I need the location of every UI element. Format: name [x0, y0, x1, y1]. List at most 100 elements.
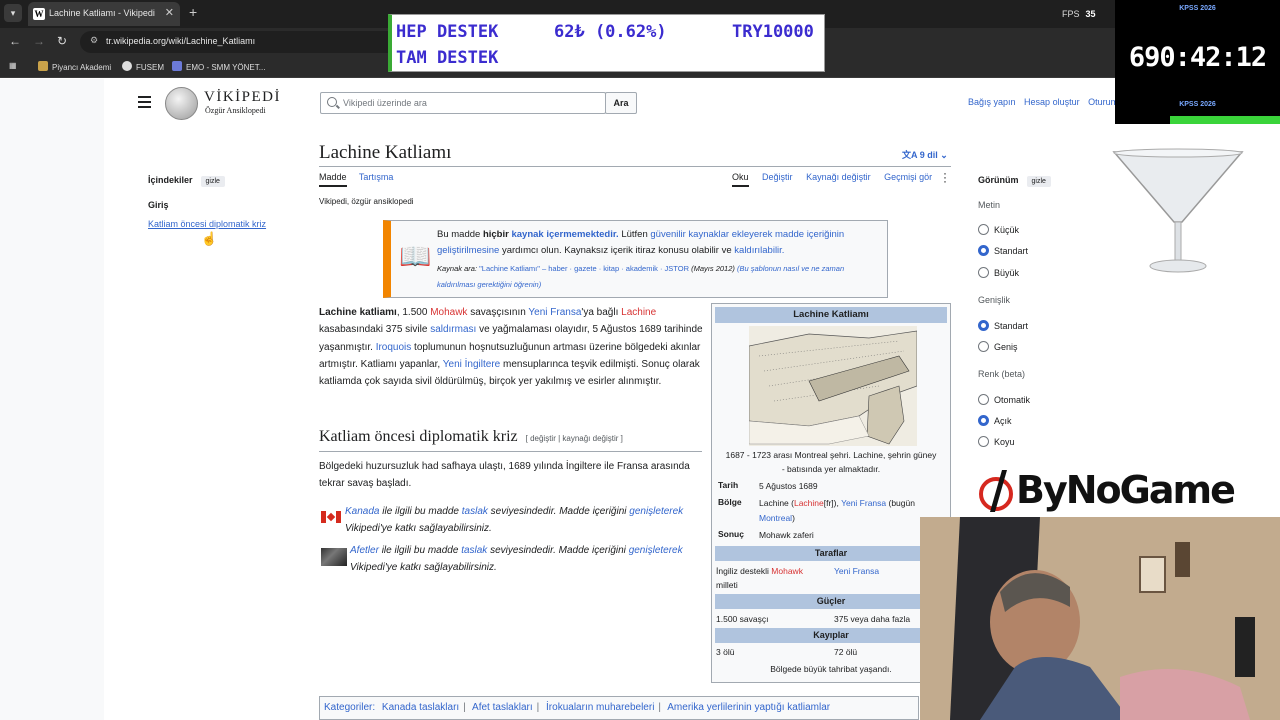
- link-montreal[interactable]: Montreal: [759, 513, 792, 523]
- link-taslak[interactable]: taslak: [461, 545, 487, 556]
- section-forces: Güçler: [715, 594, 947, 609]
- main-menu-icon[interactable]: [138, 96, 151, 111]
- section-parties: Taraflar: [715, 546, 947, 561]
- reload-icon[interactable]: ↻: [57, 34, 67, 48]
- fps-counter: FPS 35: [1062, 9, 1096, 19]
- radio-width-wide[interactable]: Geniş: [978, 341, 1018, 352]
- losses-2: 72 ölü: [834, 647, 858, 657]
- category-link[interactable]: Amerika yerlilerinin yaptığı katliamlar: [667, 702, 830, 713]
- forward-arrow-icon[interactable]: →: [33, 34, 45, 48]
- date-value: 5 Ağustos 1689: [759, 481, 818, 491]
- forces-2: 375 veya daha fazla: [834, 614, 911, 624]
- section-edit-links[interactable]: [ değiştir | kaynağı değiştir ]: [526, 434, 623, 443]
- appearance-hide-button[interactable]: gizle: [1026, 176, 1051, 187]
- url-text: tr.wikipedia.org/wiki/Lachine_Katliamı: [106, 36, 256, 46]
- more-tools-icon[interactable]: · · ·: [943, 167, 947, 187]
- category-link[interactable]: Afet taslakları: [472, 702, 533, 713]
- create-account-link[interactable]: Hesap oluştur: [1024, 97, 1080, 107]
- tab-article[interactable]: Madde: [319, 172, 347, 187]
- radio-color-light[interactable]: Açık: [978, 415, 1012, 426]
- link-yeni-fransa[interactable]: Yeni Fransa: [841, 498, 886, 508]
- section-paragraph: Bölgedeki huzursuzluk had safhaya ulaştı…: [319, 461, 690, 490]
- countdown-value: 690:42:12: [1128, 42, 1267, 73]
- removal-link[interactable]: kaldırılabilir.: [734, 245, 784, 256]
- radio-text-small[interactable]: Küçük: [978, 224, 1019, 235]
- sponsor-name: ByNoGame: [1016, 468, 1236, 512]
- donation-ticker: HEP DESTEK 62₺ (0.62%) TRY10000 TAM DEST…: [388, 14, 825, 72]
- countdown-progress-bar: [1170, 116, 1280, 124]
- link-kanada[interactable]: Kanada: [345, 506, 379, 517]
- link-afetler[interactable]: Afetler: [350, 545, 379, 556]
- search-icon: [327, 97, 337, 107]
- link-lachine-fr[interactable]: Lachine: [794, 498, 824, 508]
- link-taslak[interactable]: taslak: [462, 506, 488, 517]
- search-box: [320, 92, 606, 114]
- link-lachine[interactable]: Lachine: [621, 307, 656, 318]
- no-sources-link[interactable]: kaynak içermemektedir.: [511, 229, 618, 240]
- find-query-link[interactable]: "Lachine Katliamı": [479, 264, 540, 273]
- result-value: Mohawk zaferi: [759, 530, 814, 540]
- back-arrow-icon[interactable]: ←: [9, 34, 21, 48]
- site-info-icon[interactable]: ⚙: [90, 35, 98, 46]
- translate-icon: 文A: [902, 150, 918, 160]
- party-2-link[interactable]: Yeni Fransa: [834, 564, 879, 578]
- toc-hide-button[interactable]: gizle: [200, 176, 225, 187]
- radio-color-dark[interactable]: Koyu: [978, 436, 1015, 447]
- countdown-widget: KPSS 2026 690:42:12 KPSS 2026: [1115, 0, 1280, 124]
- tab-talk[interactable]: Tartışma: [359, 172, 394, 182]
- link-mohawk[interactable]: Mohawk: [771, 566, 803, 576]
- bookmark-emo[interactable]: EMO - SMM YÖNET...: [172, 61, 265, 72]
- link-yeni-fransa[interactable]: Yeni Fransa: [528, 307, 581, 318]
- toc-item-diplomatic-crisis[interactable]: Katliam öncesi diplomatik kriz: [148, 219, 266, 229]
- tab-read[interactable]: Oku: [732, 172, 749, 187]
- toc-item-intro[interactable]: Giriş: [148, 200, 169, 210]
- tab-history[interactable]: Geçmişi gör: [884, 172, 932, 182]
- apps-grid-icon[interactable]: ▦: [9, 61, 17, 70]
- category-link[interactable]: Kanada taslakları: [382, 702, 459, 713]
- book-icon: 📖: [399, 241, 432, 271]
- chevron-down-icon: ⌄: [940, 150, 948, 160]
- radio-text-large[interactable]: Büyük: [978, 267, 1019, 278]
- montreal-map-image[interactable]: [749, 326, 917, 446]
- link-saldirmasi[interactable]: saldırması: [430, 324, 476, 335]
- ticker-goal: TRY10000: [732, 22, 814, 42]
- search-input[interactable]: [343, 96, 598, 110]
- link-iroquois[interactable]: Iroquois: [376, 342, 412, 353]
- tab-edit[interactable]: Değiştir: [762, 172, 793, 182]
- site-subtitle: Vikipedi, özgür ansiklopedi: [319, 197, 414, 206]
- radio-color-auto[interactable]: Otomatik: [978, 394, 1030, 405]
- link-mohawk[interactable]: Mohawk: [430, 307, 467, 318]
- tab-search-button[interactable]: ▾: [4, 4, 22, 22]
- bookmark-fusem[interactable]: FUSEM: [122, 61, 164, 72]
- hand-cursor-icon: ☝: [201, 231, 218, 246]
- close-tab-icon[interactable]: ✕: [165, 6, 174, 19]
- intro-paragraph: Lachine katliamı, 1.500 Mohawk savaşçısı…: [319, 307, 703, 388]
- login-link[interactable]: Oturum: [1088, 97, 1118, 107]
- bookmark-piyanci[interactable]: Piyancı Akademi: [38, 61, 111, 72]
- canada-stub-notice: Kanada ile ilgili bu madde taslak seviye…: [321, 503, 701, 538]
- tab-title: Lachine Katliamı - Vikipedi: [49, 8, 155, 18]
- category-link[interactable]: İrokuaların muharebeleri: [546, 702, 654, 713]
- donate-link[interactable]: Bağış yapın: [968, 97, 1016, 107]
- link-genisleterek[interactable]: genişleterek: [629, 506, 683, 517]
- language-button[interactable]: 文A 9 dil ⌄: [902, 148, 948, 161]
- radio-text-standard[interactable]: Standart: [978, 245, 1028, 256]
- wikipedia-wordmark[interactable]: VİKİPEDİ: [204, 89, 281, 106]
- categories-label[interactable]: Kategoriler:: [324, 702, 375, 713]
- section-losses: Kayıplar: [715, 628, 947, 643]
- link-yeni-ingiltere[interactable]: Yeni İngiltere: [443, 359, 500, 370]
- link-genisleterek[interactable]: genişleterek: [629, 545, 683, 556]
- sponsor-logo: ByNoGame: [978, 462, 1236, 518]
- notice-text: Bu madde hiçbir kaynak içermemektedir. L…: [437, 229, 845, 256]
- search-button[interactable]: Ara: [605, 92, 637, 114]
- browser-tab[interactable]: W Lachine Katliamı - Vikipedi ✕: [28, 2, 180, 26]
- new-tab-button[interactable]: +: [189, 4, 197, 20]
- bookmark-favicon-icon: [172, 61, 182, 71]
- title-divider: [319, 166, 951, 167]
- toc-heading: İçindekiler gizle: [148, 175, 225, 187]
- wikipedia-globe-logo[interactable]: [165, 87, 198, 120]
- row-region: Bölge: [718, 497, 742, 507]
- tab-edit-source[interactable]: Kaynağı değiştir: [806, 172, 871, 182]
- find-sources-links[interactable]: – haber · gazete · kitap · akademik · JS…: [542, 264, 689, 273]
- radio-width-standard[interactable]: Standart: [978, 320, 1028, 331]
